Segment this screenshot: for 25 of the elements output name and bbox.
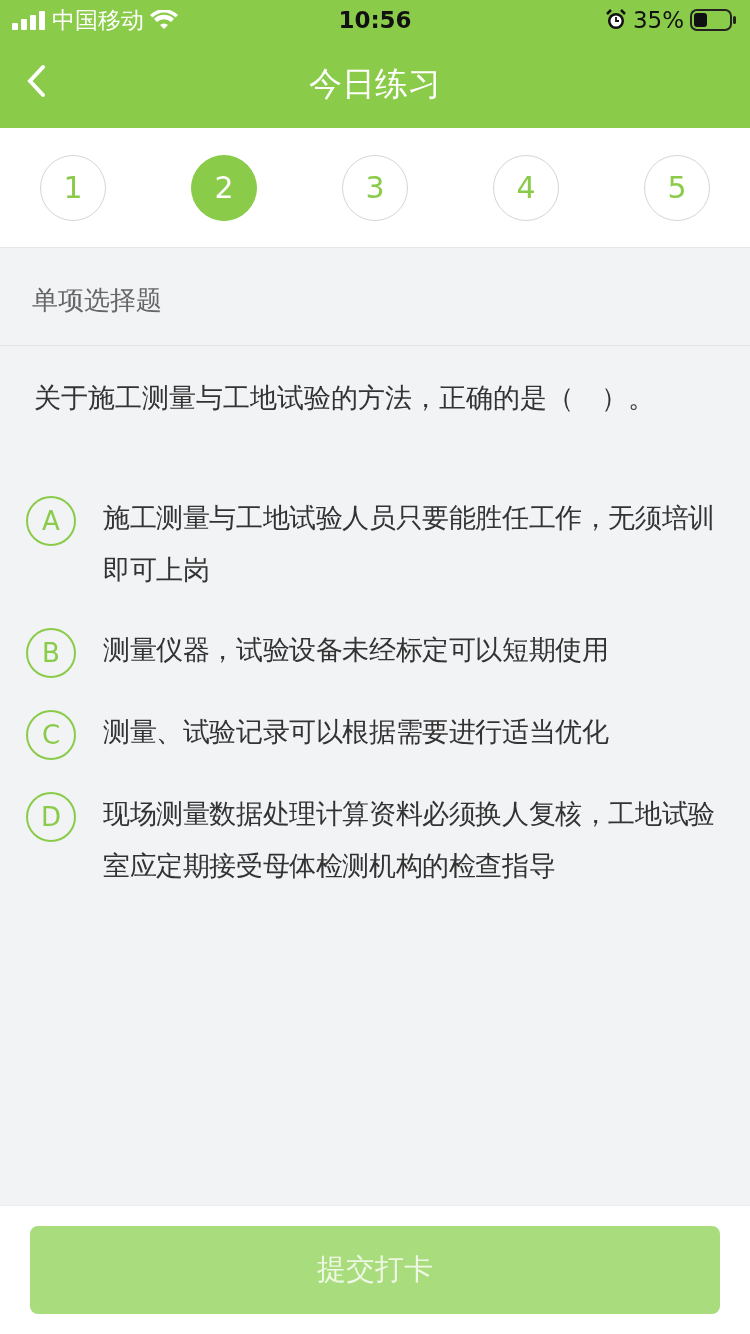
- option-letter[interactable]: B: [26, 628, 76, 678]
- alarm-icon: [604, 9, 627, 31]
- option-text[interactable]: 施工测量与工地试验人员只要能胜任工作，无须培训即可上岗: [103, 492, 732, 596]
- back-icon: [26, 64, 46, 98]
- battery-percent: 35%: [632, 7, 684, 33]
- question-text: 关于施工测量与工地试验的方法，正确的是（ ）。: [33, 381, 656, 415]
- question-number-tab[interactable]: 5: [644, 154, 710, 221]
- question-number-tab[interactable]: 1: [40, 154, 106, 221]
- option-text[interactable]: 测量仪器，试验设备未经标定可以短期使用: [103, 624, 609, 676]
- option-text[interactable]: 现场测量数据处理计算资料必须换人复核，工地试验室应定期接受母体检测机构的检查指导: [103, 788, 732, 892]
- option-letter[interactable]: A: [26, 496, 76, 546]
- battery-icon: [690, 9, 738, 31]
- page-title: 今日练习: [309, 62, 441, 105]
- question-number-tab[interactable]: 2: [191, 154, 257, 221]
- question-number-tab[interactable]: 4: [493, 154, 559, 221]
- option-letter[interactable]: C: [26, 710, 76, 760]
- signal-icon: [12, 10, 46, 30]
- clock-time: 10:56: [338, 7, 412, 33]
- back-button[interactable]: [26, 64, 46, 98]
- wifi-icon: [150, 10, 178, 30]
- option-letter[interactable]: D: [26, 792, 76, 842]
- carrier-label: 中国移动: [52, 5, 144, 35]
- option-text[interactable]: 测量、试验记录可以根据需要进行适当优化: [103, 706, 609, 758]
- question-type: 单项选择题: [0, 248, 750, 346]
- question-number-tab[interactable]: 3: [342, 154, 408, 221]
